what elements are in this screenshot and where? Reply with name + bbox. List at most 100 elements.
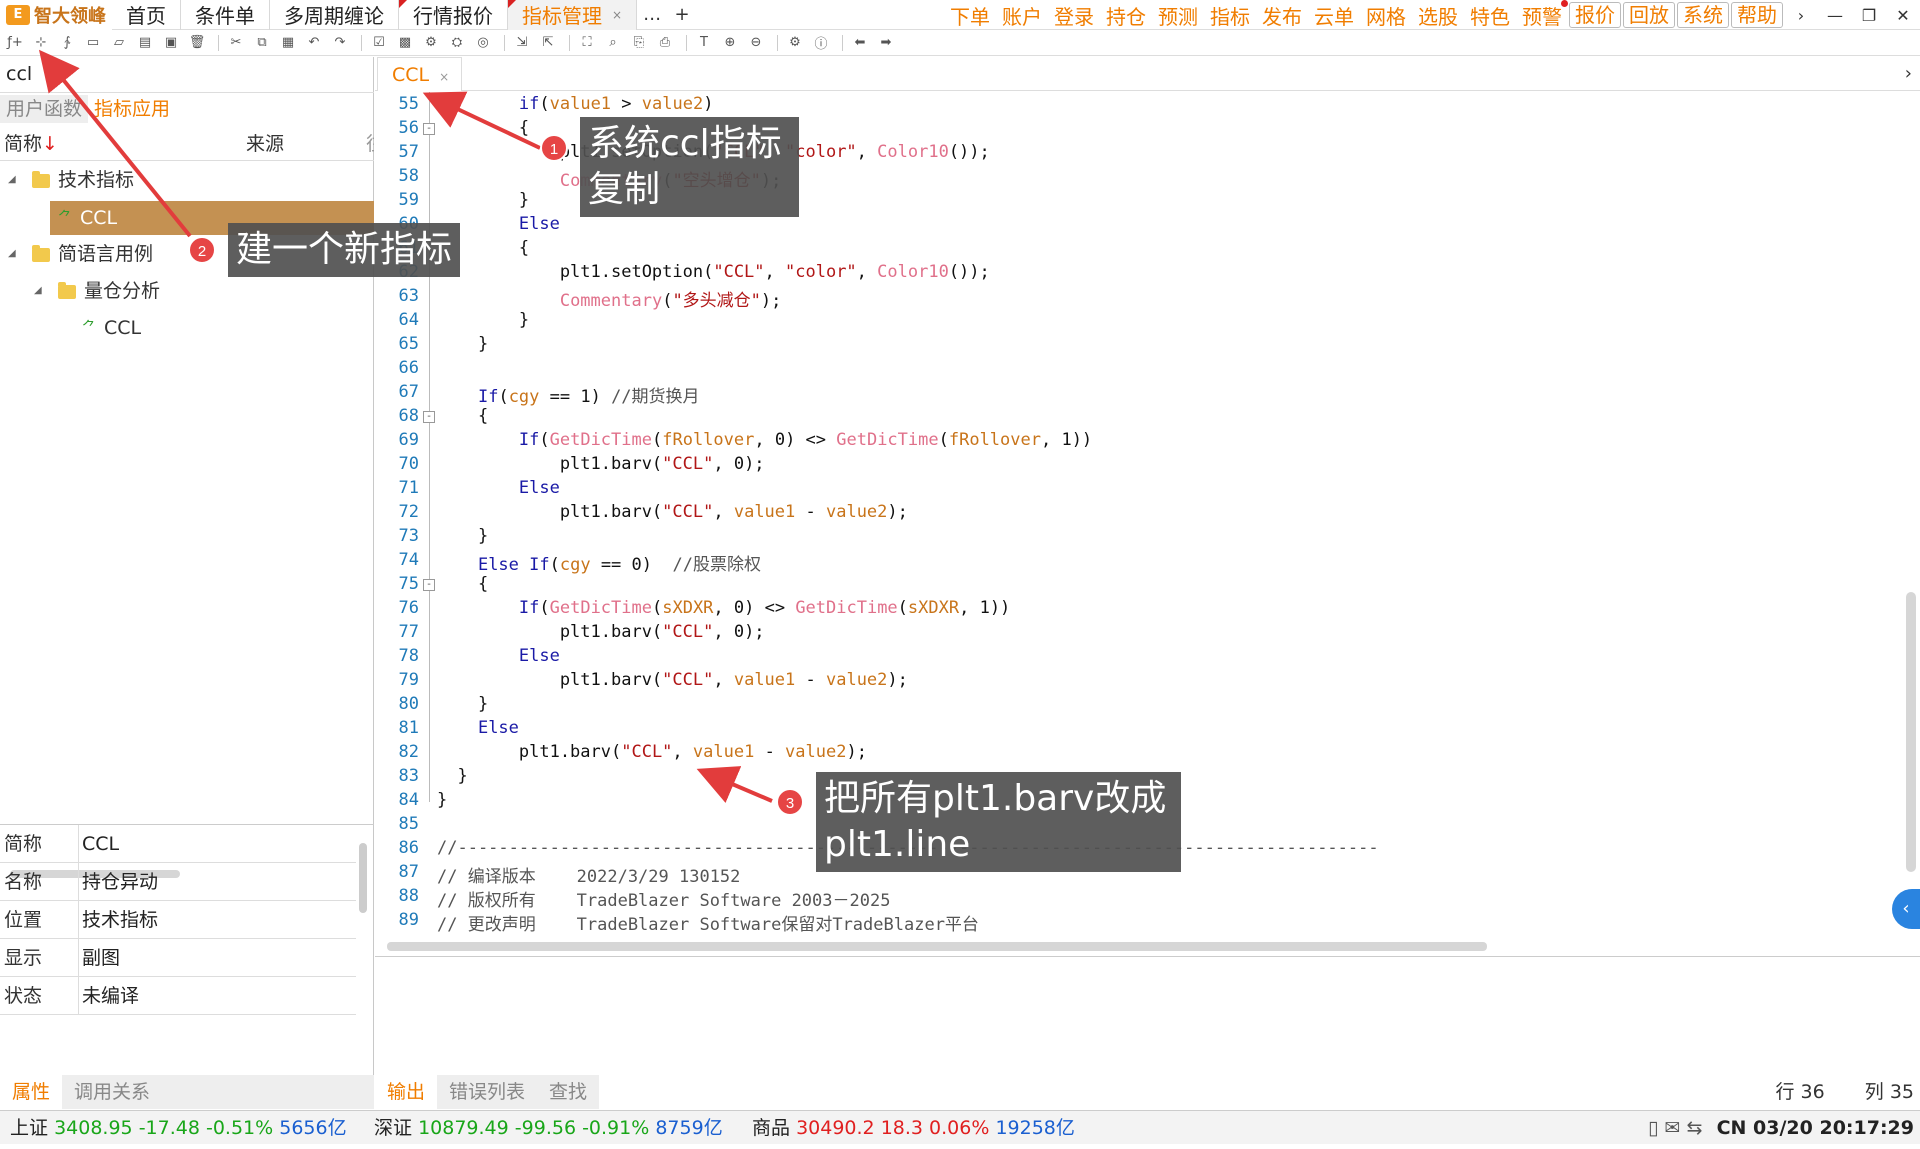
redo-icon[interactable]: ↷	[329, 32, 351, 54]
import-icon[interactable]: ⇲	[511, 32, 533, 54]
delete-icon[interactable]: 🗑	[186, 32, 208, 54]
menu-order[interactable]: 下单	[944, 1, 996, 30]
prop-value[interactable]: 持仓异动	[82, 863, 158, 901]
tab-home[interactable]: 首页	[112, 0, 181, 30]
code-line[interactable]: plt1.barv("CCL", value1 - value2);	[437, 742, 867, 762]
close-icon[interactable]: ×	[612, 8, 622, 22]
index-shenzhen[interactable]: 深证 10879.49 -99.56 -0.91% 8759亿	[374, 1111, 723, 1145]
properties-scrollbar[interactable]	[358, 835, 368, 1035]
restore-icon[interactable]: ❐	[1852, 6, 1886, 25]
menu-help[interactable]: 帮助	[1731, 2, 1783, 28]
code-line[interactable]: }	[437, 766, 467, 786]
menu-feature[interactable]: 特色	[1464, 1, 1516, 30]
cut-icon[interactable]: ✂	[225, 32, 247, 54]
more-tabs-icon[interactable]: …	[637, 0, 667, 30]
app-logo[interactable]: E 智大领峰	[0, 0, 112, 30]
open-folder-icon[interactable]: ▱	[108, 32, 130, 54]
find-icon[interactable]: ⌕	[602, 32, 624, 54]
code-line[interactable]: }	[437, 694, 488, 714]
tree-item-ccl[interactable]: ⺈ CCL	[0, 311, 374, 345]
menu-forecast[interactable]: 预测	[1152, 1, 1204, 30]
menu-replay[interactable]: 回放	[1623, 2, 1675, 28]
zoom-out-icon[interactable]: ⊖	[745, 32, 767, 54]
code-line[interactable]: Else If(cgy == 0) //股票除权	[437, 550, 761, 575]
new-folder-icon[interactable]: ▭	[82, 32, 104, 54]
column-name[interactable]: 简称↓	[4, 127, 58, 161]
code-line[interactable]: {	[437, 406, 488, 426]
code-line[interactable]: {	[437, 574, 488, 594]
menu-login[interactable]: 登录	[1048, 1, 1100, 30]
menu-cloud-order[interactable]: 云单	[1308, 1, 1360, 30]
fullscreen-icon[interactable]: ⛶	[576, 32, 598, 54]
editor-horizontal-scrollbar[interactable]	[375, 938, 1902, 954]
font-icon[interactable]: T	[693, 32, 715, 54]
menu-system[interactable]: 系统	[1677, 2, 1729, 28]
tab-error-list[interactable]: 错误列表	[437, 1075, 537, 1109]
code-line[interactable]: if(value1 > value2)	[437, 94, 714, 114]
editor-tab-ccl[interactable]: CCL ×	[377, 57, 463, 91]
tree-folder-volume-analysis[interactable]: ◢ 量仓分析	[0, 274, 374, 308]
save-icon[interactable]: ▤	[134, 32, 156, 54]
code-line[interactable]: // 编译版本 2022/3/29 130152	[437, 862, 740, 887]
debug-icon[interactable]: ⛭	[446, 32, 468, 54]
code-line[interactable]: }	[437, 334, 488, 354]
zoom-in-icon[interactable]: ⊕	[719, 32, 741, 54]
new-strategy-icon[interactable]: ∱	[56, 32, 78, 54]
close-window-icon[interactable]: ✕	[1886, 6, 1920, 25]
fold-toggle-icon[interactable]: -	[423, 579, 435, 591]
chevron-right-icon[interactable]: ›	[1784, 6, 1818, 25]
code-line[interactable]: Else	[437, 718, 519, 738]
expand-triangle-icon[interactable]: ◢	[8, 163, 16, 197]
tab-user-functions[interactable]: 用户函数	[0, 95, 89, 123]
menu-quote[interactable]: 报价	[1569, 2, 1621, 28]
menu-alert[interactable]: 预警	[1516, 0, 1568, 30]
code-line[interactable]: // 更改声明 TradeBlazer Software保留对TradeBlaz…	[437, 910, 979, 935]
scroll-thumb[interactable]	[359, 843, 367, 913]
code-line[interactable]: {	[437, 118, 529, 138]
tab-quotes[interactable]: 行情报价	[399, 0, 508, 30]
column-extra[interactable]: 往	[366, 127, 374, 161]
fold-toggle-icon[interactable]: -	[423, 411, 435, 423]
export-icon[interactable]: ⇱	[537, 32, 559, 54]
expand-triangle-icon[interactable]: ◢	[8, 237, 16, 271]
tree-folder-tech-indicators[interactable]: ◢ 技术指标	[0, 163, 374, 197]
paste-icon[interactable]: ▦	[277, 32, 299, 54]
check-icon[interactable]: ☑	[368, 32, 390, 54]
compile-icon[interactable]: ▩	[394, 32, 416, 54]
expand-triangle-icon[interactable]: ◢	[34, 274, 42, 308]
scroll-thumb[interactable]	[1906, 592, 1916, 872]
code-line[interactable]: }	[437, 790, 447, 810]
scroll-thumb[interactable]	[387, 942, 1487, 951]
code-line[interactable]: Else	[437, 646, 560, 666]
compile-all-icon[interactable]: ⚙	[420, 32, 442, 54]
code-line[interactable]: If(cgy == 1) //期货换月	[437, 382, 700, 407]
tab-find[interactable]: 查找	[537, 1075, 599, 1109]
code-line[interactable]: Else	[437, 478, 560, 498]
fold-toggle-icon[interactable]: -	[423, 123, 435, 135]
status-icons[interactable]: ▯ ✉ ⇆	[1648, 1111, 1702, 1145]
settings-icon[interactable]: ⚙	[784, 32, 806, 54]
code-line[interactable]: Commentary("多头减仓");	[437, 286, 782, 311]
menu-publish[interactable]: 发布	[1256, 1, 1308, 30]
code-line[interactable]: }	[437, 310, 529, 330]
replace-icon[interactable]: ⎘	[628, 32, 650, 54]
code-line[interactable]: // 版权所有 TradeBlazer Software 2003－2025	[437, 886, 890, 911]
save-all-icon[interactable]: ▣	[160, 32, 182, 54]
copy-icon[interactable]: ⧉	[251, 32, 273, 54]
index-commodity[interactable]: 商品 30490.2 18.3 0.06% 19258亿	[752, 1111, 1075, 1145]
code-line[interactable]: plt1.barv("CCL", 0);	[437, 622, 765, 642]
tab-properties[interactable]: 属性	[0, 1075, 63, 1109]
run-icon[interactable]: ◎	[472, 32, 494, 54]
column-source[interactable]: 来源	[246, 127, 284, 161]
tab-call-relations[interactable]: 调用关系	[62, 1075, 162, 1109]
code-line[interactable]: plt1.barv("CCL", 0);	[437, 454, 765, 474]
menu-position[interactable]: 持仓	[1100, 1, 1152, 30]
menu-grid[interactable]: 网格	[1360, 1, 1412, 30]
add-tab-icon[interactable]: +	[667, 0, 697, 30]
new-indicator-icon[interactable]: ⊹	[30, 32, 52, 54]
code-line[interactable]: plt1.barv("CCL", value1 - value2);	[437, 502, 908, 522]
code-line[interactable]: plt1.barv("CCL", value1 - value2);	[437, 670, 908, 690]
index-shanghai[interactable]: 上证 3408.95 -17.48 -0.51% 5656亿	[10, 1111, 347, 1145]
tab-multi-period[interactable]: 多周期缠论	[270, 0, 399, 30]
prop-value[interactable]: 副图	[82, 939, 120, 977]
